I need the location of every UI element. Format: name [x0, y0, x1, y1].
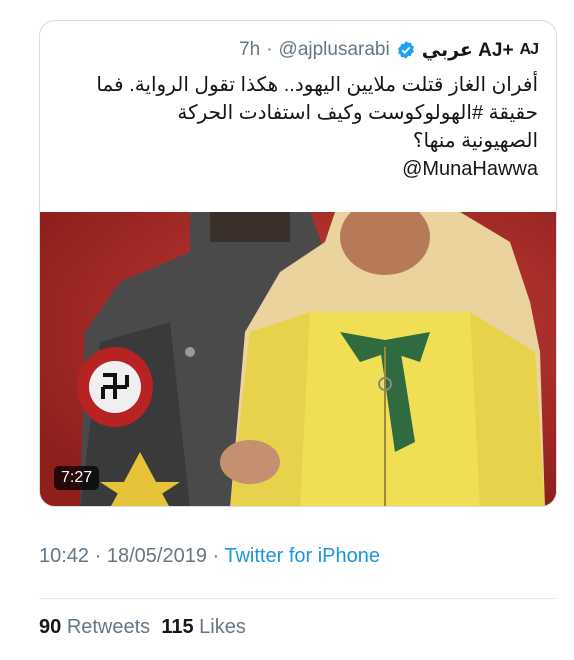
- separator-dot: ·: [266, 39, 273, 60]
- verified-badge-icon: [397, 41, 414, 59]
- divider: [39, 598, 557, 599]
- likes-count: 115: [161, 616, 194, 638]
- tweet-source-link[interactable]: Twitter for iPhone: [224, 545, 380, 567]
- user-handle[interactable]: @ajplusarabi: [279, 39, 390, 61]
- video-still-image: [40, 212, 556, 506]
- tweet-text-line[interactable]: حقيقة #الهولوكوست وكيف استفادت الحركة: [58, 99, 538, 127]
- video-thumbnail[interactable]: 7:27: [40, 212, 556, 506]
- meta-separator: ·: [89, 545, 107, 567]
- retweets-count: 90: [39, 616, 62, 638]
- aj-logo[interactable]: AJ: [520, 41, 539, 59]
- mention-link[interactable]: @MunaHawwa: [58, 155, 538, 183]
- video-duration: 7:27: [54, 466, 100, 490]
- meta-separator: ·: [206, 545, 225, 567]
- tweet-date[interactable]: 18/05/2019: [107, 545, 207, 567]
- tweet-time-ago[interactable]: 7h: [239, 39, 260, 61]
- retweets-label: Retweets: [66, 616, 151, 638]
- likes-label: Likes: [199, 616, 246, 638]
- quoted-tweet-card[interactable]: 7h · @ajplusarabi عربي AJ+ AJ أفران الغا…: [39, 20, 557, 507]
- tweet-text-line: أفران الغاز قتلت ملايين اليهود.. هكذا تق…: [96, 74, 538, 96]
- engagement-stats: 90 Retweets 115 Likes: [39, 616, 246, 639]
- display-name[interactable]: عربي AJ+: [422, 39, 514, 62]
- tweet-text-line: الصهيونية منها؟: [412, 130, 538, 152]
- tweet-meta: 10:42 · 18/05/2019 · Twitter for iPhone: [39, 545, 380, 568]
- tweet-text: أفران الغاز قتلت ملايين اليهود.. هكذا تق…: [58, 71, 538, 183]
- tweet-header: 7h · @ajplusarabi عربي AJ+ AJ: [40, 37, 556, 63]
- tweet-time[interactable]: 10:42: [39, 545, 89, 567]
- likes-stat[interactable]: 115 Likes: [161, 616, 246, 638]
- retweets-stat[interactable]: 90 Retweets: [39, 616, 150, 638]
